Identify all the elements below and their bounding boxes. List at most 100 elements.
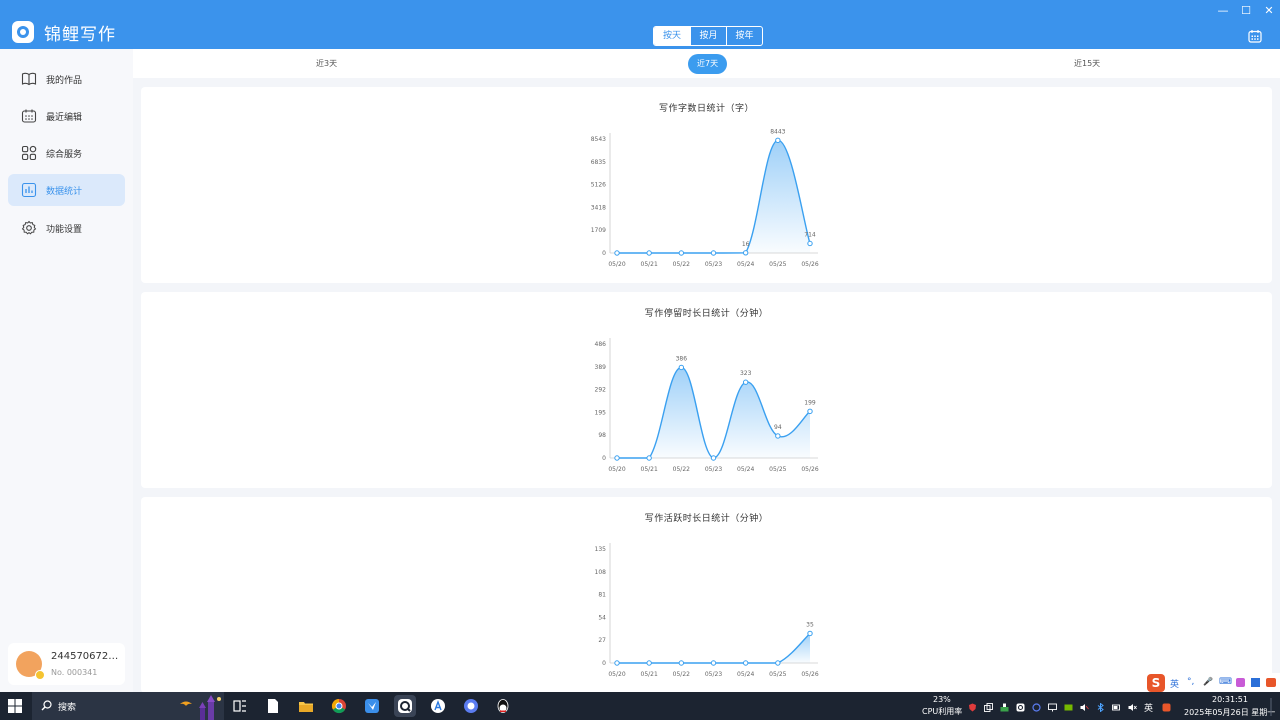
- show-desktop-button[interactable]: [1270, 698, 1278, 716]
- tool-icon[interactable]: [1000, 703, 1009, 712]
- network-ring-icon[interactable]: [1032, 703, 1041, 712]
- file-explorer-icon[interactable]: [295, 695, 317, 717]
- data-point[interactable]: [678, 660, 685, 666]
- sidebar-item-recent-edits[interactable]: 最近编辑: [8, 100, 125, 132]
- task-view-icon[interactable]: [229, 695, 251, 717]
- sidebar-item-settings[interactable]: 功能设置: [8, 212, 125, 244]
- speaker-muted-icon[interactable]: [1128, 703, 1137, 712]
- x-tick-label: 05/26: [801, 671, 818, 678]
- user-name: 244570672…: [51, 651, 119, 662]
- tab-last-7-days[interactable]: 近7天: [688, 54, 728, 74]
- minimize-button[interactable]: —: [1213, 4, 1233, 18]
- x-tick-label: 05/21: [641, 671, 658, 678]
- sidebar-item-services[interactable]: 综合服务: [8, 137, 125, 169]
- browser-app-icon[interactable]: [460, 695, 482, 717]
- y-tick-label: 0: [602, 455, 606, 462]
- data-point[interactable]: [678, 364, 685, 371]
- qq-icon[interactable]: [492, 695, 514, 717]
- segment-by-month[interactable]: 按月: [690, 27, 726, 45]
- ime-language-toggle[interactable]: 英: [1170, 677, 1179, 690]
- x-tick-label: 05/24: [737, 466, 754, 473]
- volume-icon[interactable]: [1080, 703, 1089, 712]
- display-icon[interactable]: [1048, 703, 1057, 712]
- taskbar-search-box[interactable]: 搜索: [32, 692, 224, 720]
- app-store-icon[interactable]: [427, 695, 449, 717]
- copy-icon[interactable]: [984, 703, 993, 712]
- search-highlight-castle-icon: [180, 695, 221, 720]
- x-tick-label: 05/23: [705, 466, 722, 473]
- data-point[interactable]: [742, 379, 749, 385]
- keyboard-icon[interactable]: ⌨: [1219, 677, 1232, 687]
- feishu-app-icon[interactable]: [361, 695, 383, 717]
- data-point[interactable]: [614, 455, 620, 461]
- document-icon[interactable]: [262, 695, 284, 717]
- data-label: 35: [806, 621, 814, 628]
- data-point[interactable]: [678, 250, 685, 256]
- sidebar-item-my-works[interactable]: 我的作品: [8, 63, 125, 95]
- series-area: [617, 633, 810, 663]
- toolbox-icon[interactable]: [1251, 678, 1260, 687]
- skin-icon[interactable]: [1236, 678, 1245, 687]
- data-point[interactable]: [710, 660, 717, 666]
- ime-language-indicator[interactable]: 英: [1144, 701, 1153, 714]
- user-card[interactable]: 244570672… No. 000341: [8, 643, 125, 685]
- segment-by-year[interactable]: 按年: [726, 27, 762, 45]
- y-tick-label: 1709: [591, 227, 606, 234]
- data-point[interactable]: [807, 630, 813, 637]
- data-point[interactable]: [775, 433, 781, 439]
- data-label: 94: [774, 424, 782, 431]
- data-point[interactable]: [742, 250, 749, 256]
- data-point[interactable]: [742, 660, 749, 666]
- y-tick-label: 108: [595, 569, 607, 576]
- title-bar: 锦鲤写作 按天 按月 按年 — ☐ ✕: [0, 0, 1280, 49]
- maximize-button[interactable]: ☐: [1236, 4, 1256, 18]
- y-tick-label: 8543: [591, 136, 606, 143]
- x-tick-label: 05/22: [673, 261, 690, 268]
- data-point[interactable]: [614, 660, 620, 666]
- x-tick-label: 05/25: [769, 261, 786, 268]
- microphone-icon[interactable]: 🎤: [1203, 677, 1213, 686]
- segment-by-day[interactable]: 按天: [654, 27, 690, 45]
- windows-start-icon[interactable]: [8, 699, 22, 713]
- series-area: [617, 140, 810, 253]
- y-tick-label: 98: [598, 432, 606, 439]
- y-tick-label: 292: [595, 387, 607, 394]
- jinli-tray-icon[interactable]: [1016, 703, 1025, 712]
- data-point[interactable]: [646, 660, 652, 666]
- data-point[interactable]: [807, 240, 813, 247]
- tab-last-15-days[interactable]: 近15天: [1065, 54, 1109, 74]
- security-shield-icon[interactable]: [968, 703, 977, 712]
- data-point[interactable]: [614, 250, 620, 256]
- ime-punctuation-toggle[interactable]: °,: [1187, 677, 1194, 687]
- gear-icon: [21, 220, 37, 235]
- data-label: 8443: [770, 128, 785, 135]
- ime-menu-icon[interactable]: [1266, 678, 1276, 687]
- close-button[interactable]: ✕: [1259, 4, 1279, 18]
- data-point[interactable]: [646, 455, 652, 461]
- sidebar-item-label: 功能设置: [46, 224, 83, 235]
- data-point[interactable]: [775, 660, 781, 666]
- y-tick-label: 3418: [591, 204, 606, 211]
- nvidia-icon[interactable]: [1064, 703, 1073, 712]
- data-point[interactable]: [807, 408, 813, 415]
- data-point[interactable]: [775, 137, 781, 144]
- battery-icon[interactable]: [1112, 703, 1121, 712]
- x-tick-label: 05/20: [608, 466, 625, 473]
- data-point[interactable]: [646, 250, 652, 256]
- y-tick-label: 486: [595, 341, 607, 348]
- bluetooth-icon[interactable]: [1096, 703, 1105, 712]
- chrome-icon[interactable]: [328, 695, 350, 717]
- x-tick-label: 05/23: [705, 261, 722, 268]
- y-tick-label: 135: [595, 546, 607, 553]
- clock-date[interactable]: 2025年05月26日 星期一: [1184, 707, 1275, 718]
- data-point[interactable]: [710, 250, 717, 256]
- clock-time[interactable]: 20:31:51: [1212, 695, 1248, 704]
- sidebar-item-statistics[interactable]: 数据统计: [8, 174, 125, 206]
- data-label: 714: [804, 231, 816, 238]
- sogou-logo-icon[interactable]: S: [1147, 674, 1165, 692]
- tab-last-3-days[interactable]: 近3天: [307, 54, 346, 74]
- calendar-icon[interactable]: [1248, 29, 1262, 43]
- sogou-tray-icon[interactable]: [1162, 703, 1171, 712]
- data-point[interactable]: [710, 455, 717, 461]
- jinli-writing-app-icon[interactable]: [394, 695, 416, 717]
